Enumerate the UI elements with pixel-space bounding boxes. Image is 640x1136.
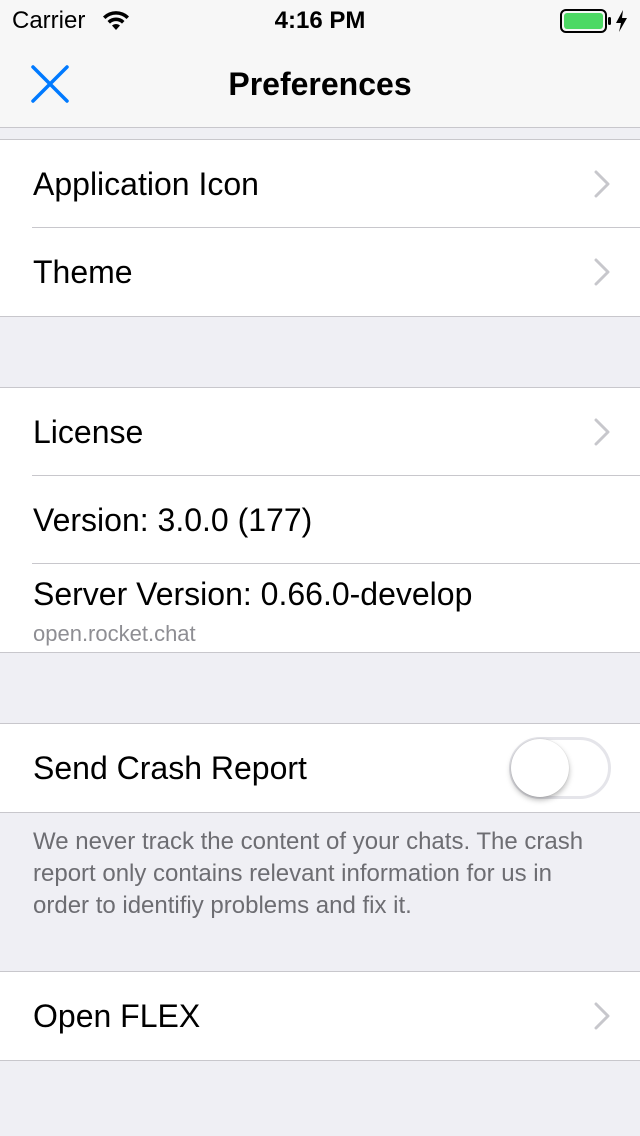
server-version-cell: Server Version: 0.66.0-develop open.rock…	[0, 564, 640, 652]
theme-label: Theme	[33, 254, 133, 290]
battery-charging-icon	[560, 9, 627, 33]
open-flex-label: Open FLEX	[33, 998, 201, 1034]
crash-report-section: Send Crash Report	[0, 723, 640, 813]
crash-report-toggle[interactable]	[509, 737, 611, 799]
server-version-label: Server Version: 0.66.0-develop	[33, 576, 473, 612]
theme-cell[interactable]: Theme	[0, 228, 640, 316]
chevron-right-icon	[594, 258, 610, 286]
application-icon-cell[interactable]: Application Icon	[0, 140, 640, 228]
license-cell[interactable]: License	[0, 388, 640, 476]
application-icon-label: Application Icon	[33, 166, 259, 202]
crash-report-footer: We never track the content of your chats…	[33, 828, 584, 919]
chevron-right-icon	[594, 1002, 610, 1030]
server-host-label: open.rocket.chat	[33, 621, 196, 646]
toggle-knob	[511, 739, 569, 797]
version-label: Version: 3.0.0 (177)	[33, 502, 313, 538]
status-time: 4:16 PM	[274, 7, 366, 34]
open-flex-cell[interactable]: Open FLEX	[0, 972, 640, 1060]
send-crash-report-label: Send Crash Report	[33, 750, 307, 786]
chevron-right-icon	[594, 170, 610, 198]
about-section: License Version: 3.0.0 (177) Server Vers…	[0, 387, 640, 653]
version-cell: Version: 3.0.0 (177)	[0, 476, 640, 564]
license-label: License	[33, 414, 144, 450]
appearance-section: Application Icon Theme	[0, 139, 640, 317]
status-bar: Carrier 4:16 PM	[0, 0, 640, 40]
page-title: Preferences	[228, 66, 412, 102]
chevron-right-icon	[594, 418, 610, 446]
debug-section: Open FLEX	[0, 971, 640, 1061]
send-crash-report-cell: Send Crash Report	[0, 724, 640, 812]
navigation-bar: Preferences	[0, 40, 640, 128]
